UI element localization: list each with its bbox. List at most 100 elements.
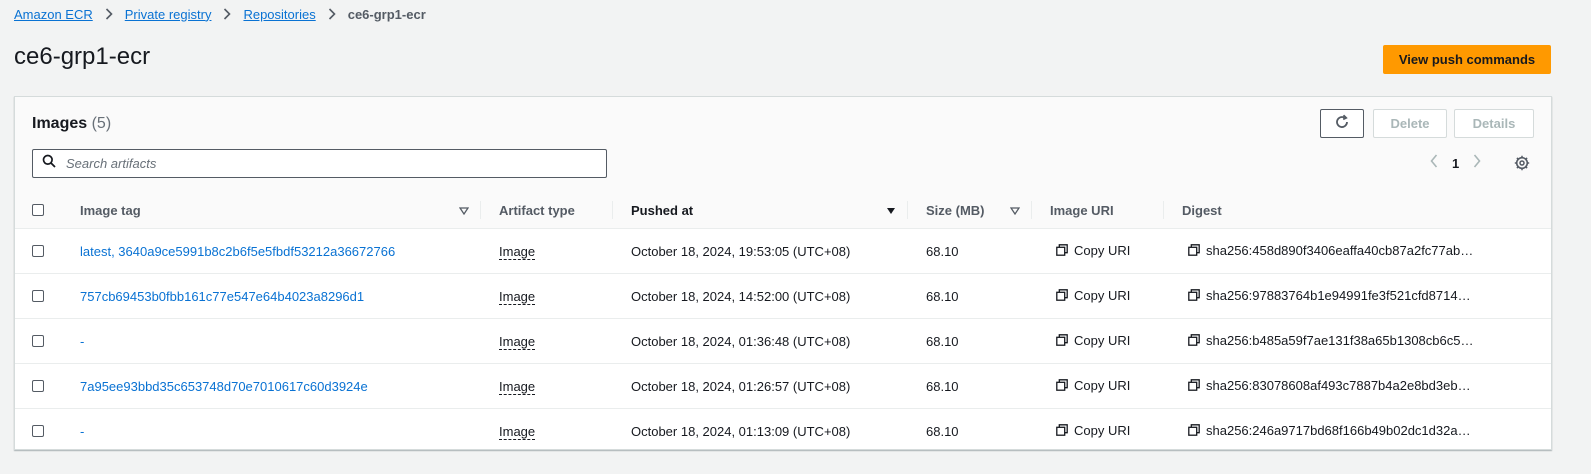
next-page-icon[interactable] (1473, 154, 1481, 173)
gear-icon[interactable] (1514, 155, 1530, 176)
copy-icon (1188, 244, 1206, 257)
images-panel: Images (5) Delete Details 1 (14, 96, 1552, 450)
search-box (32, 149, 607, 178)
image-tag-header-label: Image tag (80, 202, 141, 218)
artifact-type[interactable]: Image (499, 243, 536, 260)
pagination: 1 (1430, 154, 1481, 173)
copy-icon (1056, 289, 1074, 302)
previous-page-icon[interactable] (1430, 154, 1438, 173)
images-heading: Images (5) (32, 115, 111, 133)
pushed-at: October 18, 2024, 14:52:00 (UTC+08) (613, 273, 908, 319)
digest-value: sha256:b485a59f7ae131f38a65b1308cb6c5… (1206, 332, 1474, 348)
table-row[interactable]: 757cb69453b0fbb161c77e547e64b4023a8296d1… (15, 273, 1551, 319)
digest-value: sha256:97883764b1e94991fe3f521cfd8714… (1206, 287, 1471, 303)
artifact-type[interactable]: Image (499, 378, 536, 395)
size-header-label: Size (MB) (926, 202, 985, 218)
copy-digest-button[interactable]: sha256:246a9717bd68f166b49b02dc1d32a… (1188, 423, 1471, 438)
column-header-pushed-at[interactable]: Pushed at (613, 192, 908, 229)
copy-icon (1188, 334, 1206, 347)
page-title: ce6-grp1-ecr (14, 43, 151, 70)
breadcrumb: Amazon ECR Private registry Repositories… (14, 6, 426, 22)
table-header-row: Image tag Artifact type Pushed at Size (… (15, 192, 1551, 229)
table-row[interactable]: - Image October 18, 2024, 01:36:48 (UTC+08… (15, 318, 1551, 364)
copy-digest-button[interactable]: sha256:83078608af493c7887b4a2e8bd3eb… (1188, 378, 1471, 393)
image-tag-link[interactable]: 757cb69453b0fbb161c77e547e64b4023a8296d1 (80, 289, 364, 304)
image-tag-link[interactable]: latest, 3640a9ce5991b8c2b6f5e5fbdf53212a… (80, 244, 395, 259)
copy-icon (1188, 379, 1206, 392)
breadcrumb-link-amazon-ecr[interactable]: Amazon ECR (14, 7, 93, 22)
image-tag-link[interactable]: - (80, 424, 84, 439)
copy-icon (1056, 334, 1074, 347)
view-push-commands-button[interactable]: View push commands (1383, 45, 1551, 74)
copy-uri-label: Copy URI (1074, 287, 1131, 303)
copy-uri-button[interactable]: Copy URI (1056, 243, 1130, 258)
refresh-icon (1334, 114, 1350, 133)
pushed-at: October 18, 2024, 01:13:09 (UTC+08) (631, 423, 851, 439)
chevron-right-icon (105, 8, 113, 20)
breadcrumb-link-private-registry[interactable]: Private registry (125, 7, 212, 22)
copy-uri-label: Copy URI (1074, 422, 1131, 438)
artifact-type[interactable]: Image (499, 288, 536, 305)
row-checkbox[interactable] (32, 335, 44, 347)
sort-down-icon[interactable] (1009, 203, 1021, 218)
sort-descending-icon[interactable] (886, 203, 896, 218)
chevron-right-icon (328, 8, 336, 20)
column-header-image-uri: Image URI (1032, 192, 1164, 229)
copy-digest-button[interactable]: sha256:b485a59f7ae131f38a65b1308cb6c5… (1188, 333, 1473, 348)
image-size: 68.10 (908, 318, 1032, 364)
details-button[interactable]: Details (1454, 109, 1534, 138)
search-input[interactable] (64, 155, 568, 172)
image-tag-link[interactable]: - (80, 334, 84, 349)
copy-uri-button[interactable]: Copy URI (1056, 333, 1130, 348)
breadcrumb-link-repositories[interactable]: Repositories (243, 7, 315, 22)
search-icon (33, 154, 56, 173)
image-size: 68.10 (926, 423, 959, 439)
row-checkbox[interactable] (32, 425, 44, 437)
row-checkbox[interactable] (32, 290, 44, 302)
copy-digest-button[interactable]: sha256:458d890f3406eaffa40cb87a2fc77ab… (1188, 243, 1473, 258)
copy-icon (1188, 289, 1206, 302)
select-all-checkbox[interactable] (32, 204, 44, 216)
artifact-type-header-label: Artifact type (499, 202, 575, 218)
artifact-type[interactable]: Image (499, 423, 536, 440)
row-checkbox[interactable] (32, 380, 44, 392)
row-checkbox[interactable] (32, 245, 44, 257)
copy-icon (1188, 424, 1206, 437)
image-uri-header-label: Image URI (1050, 202, 1114, 218)
image-size: 68.10 (908, 228, 1032, 274)
copy-icon (1056, 379, 1074, 392)
column-header-image-tag[interactable]: Image tag (63, 192, 481, 229)
refresh-button[interactable] (1320, 109, 1364, 138)
table-row[interactable]: - Image October 18, 2024, 01:13:09 (UTC+08… (15, 409, 1551, 454)
digest-value: sha256:83078608af493c7887b4a2e8bd3eb… (1206, 377, 1471, 393)
copy-icon (1056, 424, 1074, 437)
chevron-right-icon (223, 8, 232, 20)
copy-digest-button[interactable]: sha256:97883764b1e94991fe3f521cfd8714… (1188, 288, 1471, 303)
column-header-size[interactable]: Size (MB) (908, 192, 1032, 229)
page-number[interactable]: 1 (1452, 156, 1459, 171)
column-header-artifact-type[interactable]: Artifact type (481, 192, 613, 229)
table-row[interactable]: latest, 3640a9ce5991b8c2b6f5e5fbdf53212a… (15, 228, 1551, 274)
pushed-at: October 18, 2024, 19:53:05 (UTC+08) (613, 228, 908, 274)
copy-uri-button[interactable]: Copy URI (1056, 378, 1130, 393)
images-count: (5) (91, 115, 112, 132)
image-tag-link[interactable]: 7a95ee93bbd35c653748d70e7010617c60d3924e (80, 379, 368, 394)
breadcrumb-current: ce6-grp1-ecr (347, 6, 426, 22)
pushed-at-header-label: Pushed at (631, 202, 694, 218)
copy-uri-button[interactable]: Copy URI (1056, 288, 1130, 303)
image-size: 68.10 (908, 273, 1032, 319)
delete-button[interactable]: Delete (1373, 109, 1447, 138)
copy-uri-button[interactable]: Copy URI (1056, 423, 1130, 438)
sort-down-icon[interactable] (458, 203, 470, 218)
copy-uri-label: Copy URI (1074, 377, 1131, 393)
image-size: 68.10 (908, 363, 1032, 409)
copy-icon (1056, 244, 1074, 257)
images-title: Images (32, 115, 88, 132)
artifact-type[interactable]: Image (499, 333, 536, 350)
images-panel-header: Images (5) Delete Details 1 (15, 97, 1551, 194)
images-table: Image tag Artifact type Pushed at Size (… (15, 192, 1551, 453)
copy-uri-label: Copy URI (1074, 242, 1131, 258)
digest-header-label: Digest (1182, 202, 1222, 218)
digest-value: sha256:246a9717bd68f166b49b02dc1d32a… (1206, 422, 1471, 438)
table-row[interactable]: 7a95ee93bbd35c653748d70e7010617c60d3924e… (15, 363, 1551, 409)
